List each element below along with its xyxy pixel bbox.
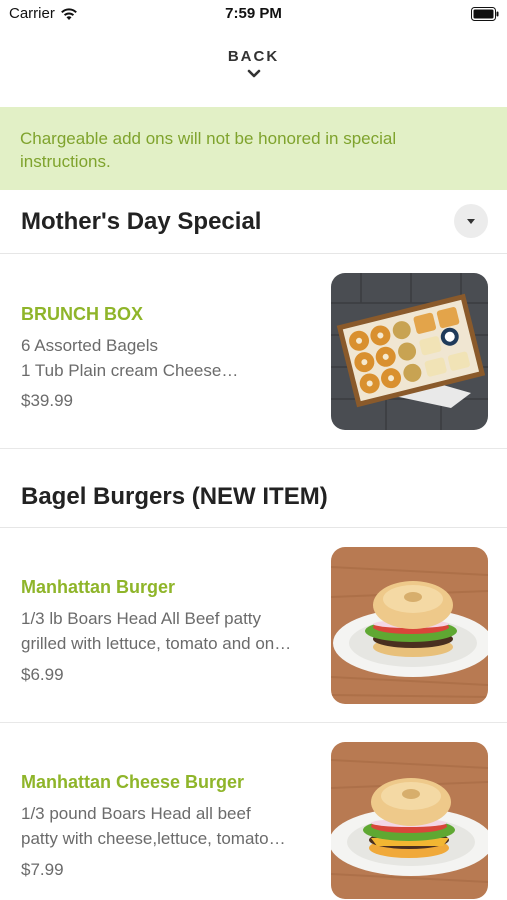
item-price: $39.99 [21, 391, 73, 410]
item-description: 1/3 pound Boars Head all beef patty with… [21, 801, 317, 851]
back-label: BACK [227, 48, 280, 65]
section-header-mothers-day[interactable]: Mother's Day Special [0, 190, 507, 254]
status-bar: Carrier 7:59 PM [0, 0, 507, 30]
collapse-button[interactable] [454, 204, 488, 238]
item-price: $6.99 [21, 665, 64, 684]
item-image-manhattan-cheese-burger [331, 742, 488, 899]
notice-text: Chargeable add ons will not be honored i… [20, 129, 397, 171]
item-description: 1/3 lb Boars Head All Beef patty grilled… [21, 606, 317, 656]
section-title: Mother's Day Special [21, 208, 262, 235]
menu-item-brunch-box[interactable]: BRUNCH BOX 6 Assorted Bagels 1 Tub Plain… [0, 254, 507, 449]
item-description: 6 Assorted Bagels 1 Tub Plain cream Chee… [21, 333, 317, 383]
item-description-line: 6 Assorted Bagels [21, 336, 159, 355]
menu-item-manhattan-cheese-burger[interactable]: Manhattan Cheese Burger 1/3 pound Boars … [0, 723, 507, 900]
item-name: Manhattan Cheese Burger [21, 772, 245, 792]
item-description-line: 1/3 lb Boars Head All Beef patty [21, 609, 262, 628]
menu-item-manhattan-burger[interactable]: Manhattan Burger 1/3 lb Boars Head All B… [0, 528, 507, 723]
item-price: $7.99 [21, 860, 64, 879]
item-description-line: patty with cheese,lettuce, tomato… [21, 829, 286, 848]
section-title: Bagel Burgers (NEW ITEM) [21, 483, 328, 510]
item-description-line: 1 Tub Plain cream Cheese… [21, 361, 239, 380]
section-header-bagel-burgers[interactable]: Bagel Burgers (NEW ITEM) [0, 464, 507, 528]
item-image-brunch-box [331, 273, 488, 430]
back-button[interactable]: BACK [0, 48, 507, 79]
item-image-manhattan-burger [331, 547, 488, 704]
item-name: Manhattan Burger [21, 577, 176, 597]
item-description-line: grilled with lettuce, tomato and on… [21, 634, 292, 653]
chevron-down-icon [247, 69, 260, 78]
battery-icon [471, 7, 499, 21]
item-description-line: 1/3 pound Boars Head all beef [21, 804, 251, 823]
caret-down-icon [467, 218, 475, 224]
status-time: 7:59 PM [225, 5, 282, 22]
item-name: BRUNCH BOX [21, 304, 144, 324]
notice-banner: Chargeable add ons will not be honored i… [0, 107, 507, 190]
